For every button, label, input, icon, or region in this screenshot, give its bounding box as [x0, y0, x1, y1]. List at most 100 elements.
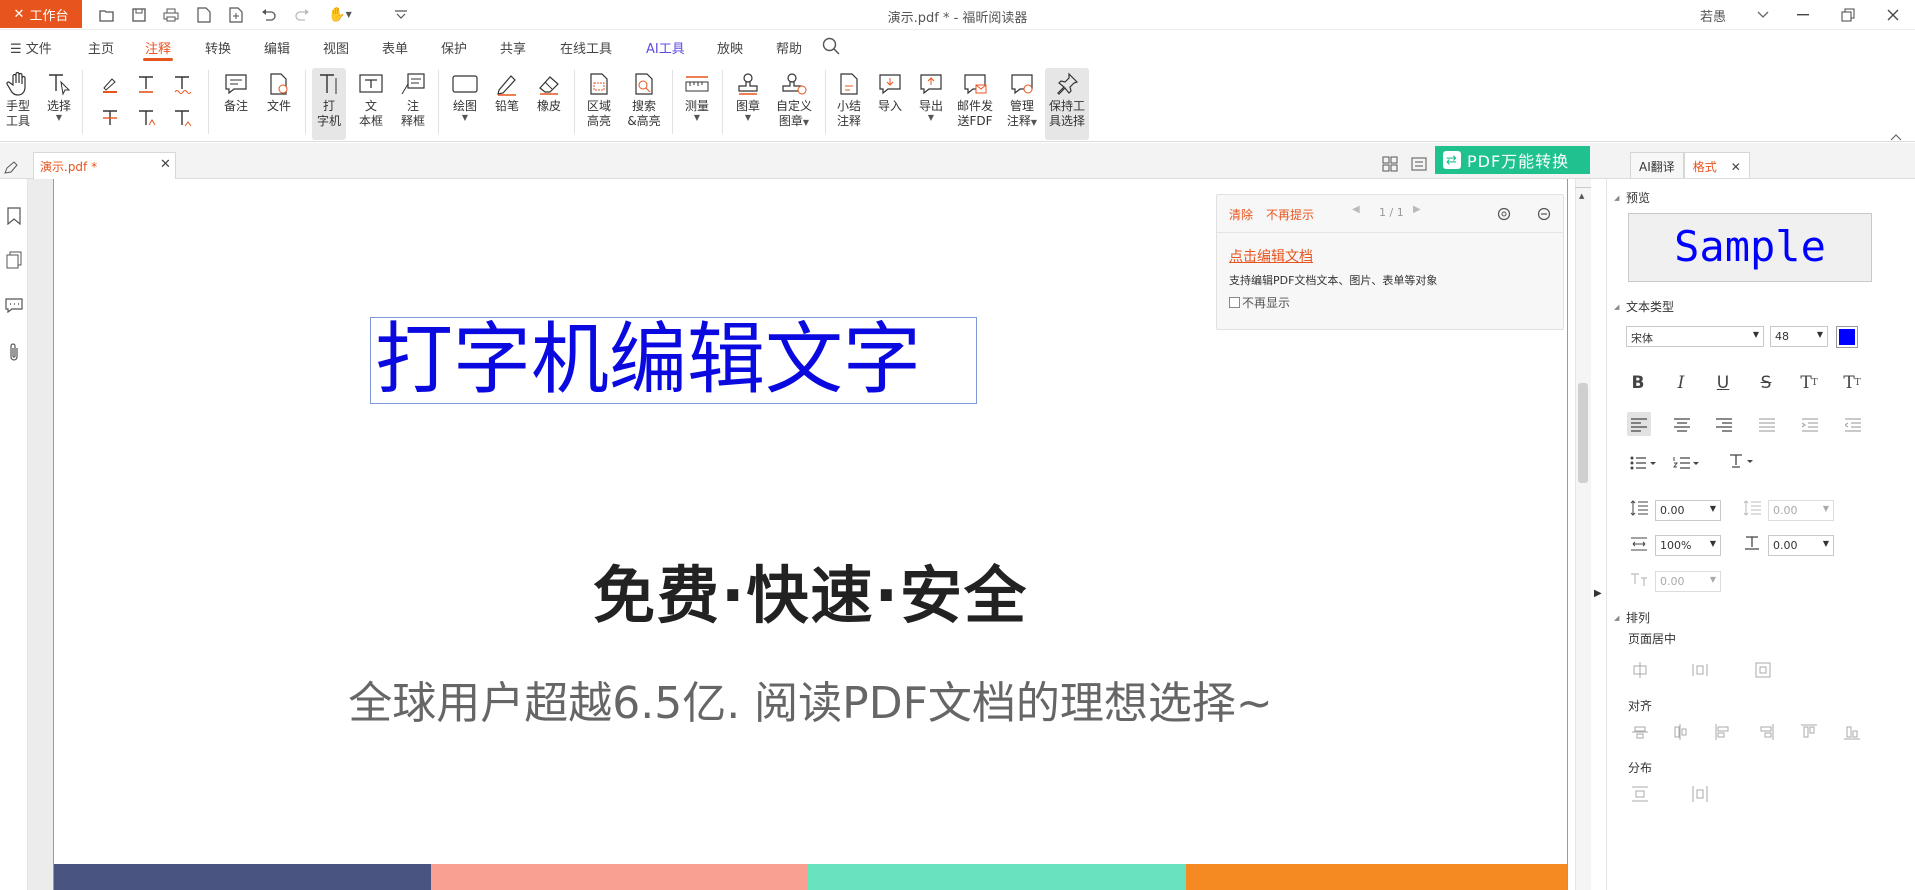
bold-icon[interactable]: B [1627, 372, 1649, 394]
italic-icon[interactable]: I [1670, 372, 1692, 394]
horizontal-scale-icon[interactable] [1630, 536, 1648, 556]
align-top-edge-icon[interactable] [1632, 724, 1648, 744]
file-menu[interactable]: ☰ 文件 [10, 38, 52, 57]
distribute-vertical-icon[interactable] [1632, 786, 1648, 806]
center-both-icon[interactable] [1755, 662, 1771, 682]
bookmark-icon[interactable] [4, 206, 24, 226]
email-fdf-button[interactable]: 邮件发 送FDF [953, 70, 997, 129]
annotation-pen-icon[interactable] [3, 160, 19, 179]
line-spacing-select[interactable]: 0.00 ▼ [1655, 500, 1721, 521]
measure-button[interactable]: 测量 ▼ [680, 70, 714, 122]
baseline-offset-icon[interactable] [1630, 572, 1648, 592]
custom-stamp-button[interactable]: 自定义 图章▼ [771, 70, 817, 129]
close-tab-icon[interactable]: ✕ [160, 157, 171, 172]
text-direction-icon[interactable] [1729, 453, 1757, 473]
search-icon[interactable] [822, 37, 840, 59]
tip-edit-link[interactable]: 点击编辑文档 [1229, 246, 1313, 266]
align-middle-icon[interactable] [1672, 724, 1688, 744]
highlight-icon[interactable] [100, 74, 120, 98]
scroll-top-tab[interactable] [1575, 180, 1591, 188]
line-spacing-icon[interactable] [1630, 500, 1648, 520]
restore-icon[interactable] [1830, 2, 1866, 28]
stamp-button[interactable]: 图章 ▼ [731, 70, 765, 122]
close-format-tab-icon[interactable]: ✕ [1731, 160, 1741, 174]
file-attachment-button[interactable]: 文件 [263, 70, 295, 114]
menu-home[interactable]: 主页 [88, 38, 114, 57]
close-window-icon[interactable] [1875, 2, 1911, 28]
align-right-icon[interactable] [1716, 417, 1732, 436]
align-left-edge-icon[interactable] [1715, 724, 1731, 744]
distribute-horizontal-icon[interactable] [1692, 786, 1708, 806]
document-tab[interactable]: 演示.pdf * ✕ [33, 152, 176, 179]
menu-convert[interactable]: 转换 [205, 38, 231, 57]
align-top-icon[interactable] [1801, 724, 1817, 744]
bullet-list-icon[interactable] [1630, 455, 1658, 474]
menu-slideshow[interactable]: 放映 [717, 38, 743, 57]
menu-form[interactable]: 表单 [382, 38, 408, 57]
align-bottom-icon[interactable] [1844, 724, 1860, 744]
font-family-select[interactable]: 宋体 ▼ [1626, 326, 1764, 347]
scale-select[interactable]: 100% ▼ [1655, 535, 1721, 556]
comments-panel-icon[interactable] [4, 295, 24, 315]
grid-view-icon[interactable] [1382, 156, 1398, 176]
tab-ai-translate[interactable]: AI翻译 [1630, 152, 1684, 178]
replace-text-icon[interactable] [136, 108, 156, 132]
open-icon[interactable] [96, 4, 118, 26]
redo-icon[interactable] [291, 4, 313, 26]
menu-edit[interactable]: 编辑 [264, 38, 290, 57]
paragraph-spacing-select[interactable]: 0.00 ▼ [1768, 500, 1834, 521]
baseline-offset-select[interactable]: 0.00 ▼ [1655, 571, 1721, 592]
strikeout-text-icon[interactable] [100, 108, 120, 132]
menu-ai-tools[interactable]: AI工具 [646, 38, 685, 57]
align-center-icon[interactable] [1674, 417, 1690, 436]
summarize-comments-button[interactable]: 小结 注释 [832, 70, 866, 129]
customize-toolbar-icon[interactable] [390, 4, 412, 26]
textbox-button[interactable]: 文本框 [354, 70, 388, 129]
align-right-edge-icon[interactable] [1758, 724, 1774, 744]
workbench-button[interactable]: ✕ 工作台 [0, 0, 82, 28]
print-icon[interactable] [160, 4, 182, 26]
menu-view[interactable]: 视图 [323, 38, 349, 57]
import-button[interactable]: 导入 [873, 70, 907, 114]
tip-prev-icon[interactable]: ◀ [1352, 204, 1360, 215]
typewriter-text-box[interactable]: 打字机编辑文字 [370, 317, 977, 404]
tip-no-remind-link[interactable]: 不再提示 [1266, 206, 1314, 223]
keep-tool-selected-button[interactable]: 保持工 具选择 [1045, 68, 1089, 140]
preview-collapse-icon[interactable]: ◢ [1614, 194, 1619, 202]
subscript-icon[interactable]: TT [1841, 372, 1863, 394]
callout-button[interactable]: 注释框 [396, 70, 430, 129]
export-button[interactable]: 导出 ▼ [914, 70, 948, 122]
hand-tool-button[interactable]: 手型 工具 [2, 70, 34, 129]
new-doc-icon[interactable] [193, 4, 215, 26]
font-color-picker[interactable] [1836, 326, 1858, 348]
search-highlight-button[interactable]: 搜索 &高亮 [624, 70, 664, 129]
tip-dont-show-checkbox[interactable] [1229, 297, 1240, 308]
menu-online-tools[interactable]: 在线工具 [560, 38, 612, 57]
tab-format[interactable]: 格式 ✕ [1683, 152, 1750, 178]
pdf-convert-banner[interactable]: ⇄ PDF万能转换 [1435, 146, 1590, 174]
char-spacing-select[interactable]: 0.00 ▼ [1768, 535, 1834, 556]
numbered-list-icon[interactable] [1673, 455, 1701, 474]
menu-comment[interactable]: 注释 [145, 38, 171, 57]
squiggly-text-icon[interactable] [172, 74, 192, 98]
menu-help[interactable]: 帮助 [776, 38, 802, 57]
underline-icon[interactable]: U [1712, 372, 1734, 394]
text-type-collapse-icon[interactable]: ◢ [1614, 303, 1619, 311]
strikethrough-icon[interactable]: S [1755, 372, 1777, 394]
tip-collapse-icon[interactable] [1537, 206, 1551, 225]
insert-text-icon[interactable] [172, 108, 192, 132]
menu-protect[interactable]: 保护 [441, 38, 467, 57]
align-left-icon[interactable] [1631, 417, 1647, 436]
scroll-up-icon[interactable]: ▲ [1579, 192, 1584, 200]
arrange-collapse-icon[interactable]: ◢ [1614, 614, 1619, 622]
superscript-icon[interactable]: TT [1798, 372, 1820, 394]
note-button[interactable]: 备注 [220, 70, 252, 114]
typewriter-button[interactable]: 打字机 [312, 68, 346, 140]
menu-share[interactable]: 共享 [500, 38, 526, 57]
pages-icon[interactable] [4, 250, 24, 270]
center-vertical-icon[interactable] [1692, 662, 1708, 682]
minimize-icon[interactable] [1785, 2, 1821, 28]
expand-right-panel-icon[interactable]: ▶ [1594, 588, 1602, 599]
vertical-scrollbar[interactable] [1575, 179, 1591, 890]
save-icon[interactable] [128, 4, 150, 26]
